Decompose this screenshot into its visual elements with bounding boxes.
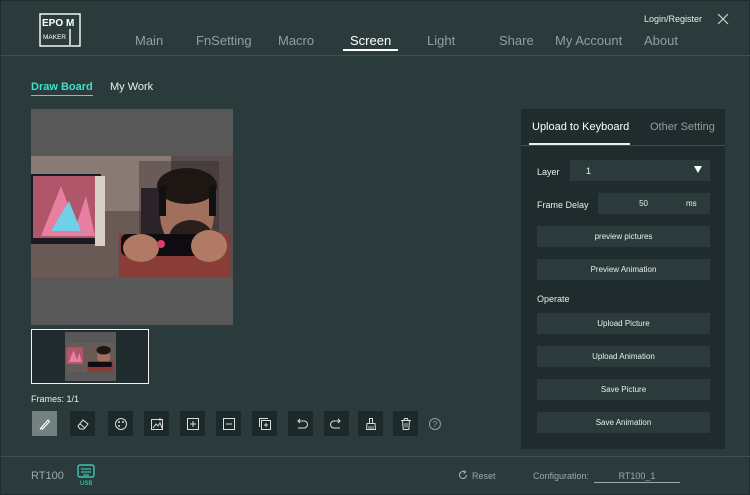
nav-my-account[interactable]: My Account bbox=[555, 33, 622, 48]
save-picture-button[interactable]: Save Picture bbox=[537, 379, 710, 400]
tab-draw-board[interactable]: Draw Board bbox=[31, 81, 93, 96]
panel-tab-divider bbox=[521, 145, 725, 146]
frame-thumbnail[interactable] bbox=[31, 329, 149, 384]
redo-icon bbox=[329, 418, 341, 428]
add-frame-button[interactable] bbox=[180, 411, 205, 436]
layer-label: Layer bbox=[537, 167, 560, 177]
redo-button[interactable] bbox=[324, 411, 349, 436]
upload-picture-button[interactable]: Upload Picture bbox=[537, 313, 710, 334]
tab-my-work[interactable]: My Work bbox=[110, 81, 153, 93]
delete-button[interactable] bbox=[393, 411, 418, 436]
footer-divider bbox=[1, 456, 750, 457]
keyboard-usb-icon[interactable] bbox=[77, 464, 95, 478]
clear-brush-icon bbox=[365, 417, 376, 430]
remove-frame-icon bbox=[222, 417, 235, 430]
upload-animation-button[interactable]: Upload Animation bbox=[537, 346, 710, 367]
eraser-tool-button[interactable] bbox=[70, 411, 95, 436]
frame-delay-unit: ms bbox=[686, 199, 697, 208]
login-register-link[interactable]: Login/Register bbox=[644, 14, 702, 24]
svg-text:M: M bbox=[66, 18, 74, 29]
frame-delay-field: ms bbox=[598, 193, 710, 214]
operate-label: Operate bbox=[537, 294, 570, 304]
save-animation-button[interactable]: Save Animation bbox=[537, 412, 710, 433]
image-import-button[interactable] bbox=[144, 411, 169, 436]
svg-text:EPO: EPO bbox=[42, 18, 63, 29]
nav-share[interactable]: Share bbox=[499, 33, 534, 48]
configuration-label: Configuration: bbox=[533, 471, 590, 481]
trash-icon bbox=[400, 417, 411, 430]
frames-counter: Frames: 1/1 bbox=[31, 394, 80, 404]
clear-brush-button[interactable] bbox=[358, 411, 383, 436]
copy-frame-button[interactable] bbox=[252, 411, 277, 436]
image-import-icon bbox=[150, 417, 163, 430]
remove-frame-button[interactable] bbox=[216, 411, 241, 436]
layer-select-value: 1 bbox=[586, 166, 592, 176]
nav-about[interactable]: About bbox=[644, 33, 678, 48]
preview-animation-button[interactable]: Preview Animation bbox=[537, 259, 710, 280]
eraser-icon bbox=[76, 418, 89, 429]
upload-panel: Upload to Keyboard Other Setting Layer 1… bbox=[521, 109, 725, 449]
tab-other-setting[interactable]: Other Setting bbox=[650, 121, 715, 133]
close-icon[interactable] bbox=[714, 10, 732, 28]
undo-icon bbox=[296, 418, 308, 428]
frame-delay-input[interactable] bbox=[602, 196, 648, 211]
tab-upload-to-keyboard[interactable]: Upload to Keyboard bbox=[532, 121, 629, 133]
configuration-select[interactable]: RT100_1 bbox=[594, 471, 680, 483]
reset-label: Reset bbox=[472, 471, 496, 481]
undo-button[interactable] bbox=[288, 411, 313, 436]
palette-tool-button[interactable] bbox=[108, 411, 133, 436]
nav-macro[interactable]: Macro bbox=[278, 33, 314, 48]
nav-main[interactable]: Main bbox=[135, 33, 163, 48]
layer-select[interactable]: 1 bbox=[570, 160, 710, 181]
header-divider bbox=[1, 55, 750, 56]
reset-icon bbox=[458, 470, 468, 480]
preview-pictures-button[interactable]: preview pictures bbox=[537, 226, 710, 247]
add-frame-icon bbox=[186, 417, 199, 430]
draw-canvas[interactable] bbox=[31, 109, 233, 325]
copy-frame-icon bbox=[258, 417, 271, 430]
nav-light[interactable]: Light bbox=[427, 33, 455, 48]
canvas-image bbox=[31, 156, 233, 277]
main-nav: Main FnSetting Macro Screen Light Share … bbox=[1, 33, 750, 57]
frame-delay-label: Frame Delay bbox=[537, 200, 589, 210]
usb-label: USB bbox=[80, 481, 93, 487]
caret-down-icon bbox=[694, 166, 702, 173]
device-model: RT100 bbox=[31, 470, 64, 482]
frame-thumbnail-image bbox=[65, 332, 116, 381]
help-icon[interactable]: ? bbox=[429, 418, 441, 430]
brush-tool-button[interactable] bbox=[32, 411, 57, 436]
brush-icon bbox=[39, 418, 50, 430]
nav-screen[interactable]: Screen bbox=[342, 33, 399, 51]
app-window: EPO M MAKER Login/Register Main FnSettin… bbox=[0, 0, 750, 495]
palette-icon bbox=[114, 417, 127, 430]
nav-fnsetting[interactable]: FnSetting bbox=[196, 33, 252, 48]
